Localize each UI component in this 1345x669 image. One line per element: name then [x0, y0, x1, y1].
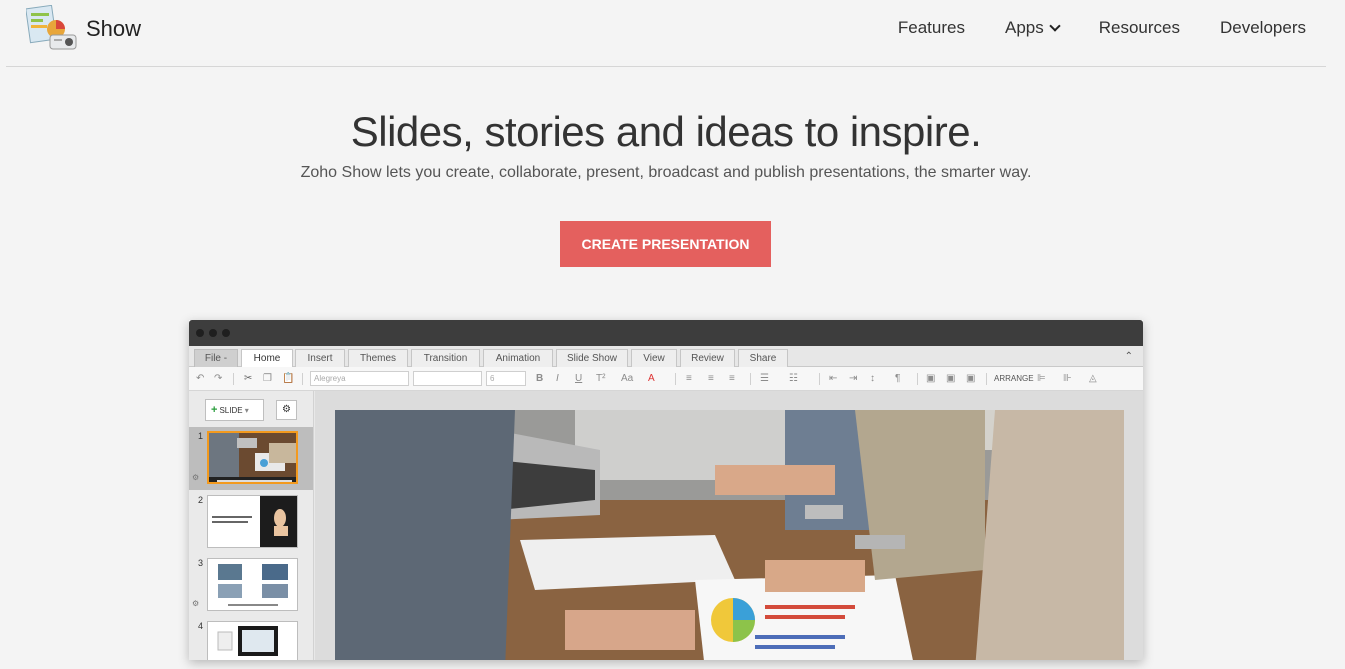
redo-icon[interactable]: ↷ [214, 371, 222, 387]
frame-icon[interactable]: ▣ [926, 371, 935, 387]
align-right-icon[interactable]: ≡ [729, 371, 735, 387]
slide-thumbnail[interactable]: 2 [189, 491, 313, 554]
formatting-toolbar: ↶ ↷ ✂ ❐ 📋 Alegreya 6 B I U T² Aa A ≡ ≡ ≡… [189, 367, 1143, 391]
menu-tabs: File - Home Insert Themes Transition Ani… [189, 346, 1143, 367]
frame-icon[interactable]: ▣ [966, 371, 975, 387]
slide-number: 3 [198, 558, 204, 568]
slide-number: 4 [198, 621, 204, 631]
site-header: Show Features Apps Resources Developers [6, 0, 1326, 67]
cut-icon[interactable]: ✂ [244, 371, 252, 387]
hero-title: Slides, stories and ideas to inspire. [350, 108, 982, 155]
tab-home[interactable]: Home [241, 349, 293, 367]
tab-file[interactable]: File - [194, 349, 238, 367]
slide-preview-image [207, 621, 298, 660]
align-objects-icon[interactable]: ⊫ [1037, 371, 1046, 387]
bold-icon[interactable]: B [536, 371, 543, 387]
slide-number: 2 [198, 495, 204, 505]
paste-icon[interactable]: 📋 [282, 371, 294, 387]
toolbar-divider [986, 373, 987, 385]
slide-notes-icon[interactable]: ⚙ [192, 473, 199, 482]
tab-share[interactable]: Share [738, 349, 788, 367]
toolbar-divider [917, 373, 918, 385]
undo-icon[interactable]: ↶ [196, 371, 204, 387]
slide-panel: + SLIDE ▾ ⚙ 1 ⚙ 2 3 ⚙ 4 [189, 391, 314, 660]
slide-number: 1 [198, 431, 204, 441]
bullet-list-icon[interactable]: ☰ [760, 371, 769, 387]
add-slide-label: SLIDE [219, 406, 243, 415]
toolbar-divider [675, 373, 676, 385]
nav-apps-label: Apps [1004, 18, 1044, 37]
slide-thumbnail[interactable]: 1 ⚙ [189, 427, 313, 490]
increase-indent-icon[interactable]: ⇥ [849, 371, 857, 387]
tab-slide-show[interactable]: Slide Show [556, 349, 628, 367]
font-family-select[interactable]: Alegreya [310, 371, 409, 386]
paragraph-icon[interactable]: ¶ [895, 371, 900, 387]
tab-animation[interactable]: Animation [483, 349, 553, 367]
nav-resources[interactable]: Resources [1099, 18, 1180, 38]
font-size-stepper[interactable]: 6 [486, 371, 526, 386]
underline-icon[interactable]: U [575, 371, 582, 387]
slide-preview-image [207, 495, 298, 548]
align-center-icon[interactable]: ≡ [708, 371, 714, 387]
slide-canvas-image[interactable] [335, 410, 1124, 660]
slide-settings-button[interactable]: ⚙ [276, 400, 297, 420]
top-nav: Features Apps Resources Developers [858, 18, 1306, 38]
toolbar-divider [819, 373, 820, 385]
tab-review[interactable]: Review [680, 349, 735, 367]
line-spacing-icon[interactable]: ↕ [870, 371, 875, 387]
nav-apps[interactable]: Apps [1004, 18, 1061, 38]
nav-developers[interactable]: Developers [1220, 18, 1306, 38]
frame-icon[interactable]: ▣ [946, 371, 955, 387]
create-presentation-button[interactable]: CREATE PRESENTATION [560, 221, 771, 267]
chevron-down-icon[interactable]: ▾ [245, 406, 249, 415]
show-logo-icon[interactable] [25, 4, 80, 55]
tab-view[interactable]: View [631, 349, 677, 367]
slide-notes-icon[interactable]: ⚙ [192, 599, 199, 608]
slide-stage [315, 391, 1143, 660]
toolbar-divider [233, 373, 234, 385]
arrange-button[interactable]: ARRANGE [994, 371, 1034, 387]
toolbar-divider [750, 373, 751, 385]
chevron-down-icon [1049, 20, 1061, 32]
hero-subtitle: Zoho Show lets you create, collaborate, … [300, 164, 1032, 181]
app-preview: File - Home Insert Themes Transition Ani… [189, 320, 1143, 660]
add-slide-button[interactable]: + SLIDE ▾ [205, 399, 264, 421]
distribute-icon[interactable]: ⊪ [1063, 371, 1072, 387]
superscript-icon[interactable]: T² [596, 371, 605, 387]
tab-insert[interactable]: Insert [295, 349, 345, 367]
editor-body: + SLIDE ▾ ⚙ 1 ⚙ 2 3 ⚙ 4 [189, 391, 1143, 660]
copy-icon[interactable]: ❐ [263, 371, 272, 387]
tab-transition[interactable]: Transition [411, 349, 480, 367]
plus-icon: + [211, 404, 218, 416]
tab-themes[interactable]: Themes [348, 349, 408, 367]
window-dot-icon [222, 329, 230, 337]
slide-thumbnail[interactable]: 4 [189, 617, 313, 660]
slide-thumbnail[interactable]: 3 ⚙ [189, 554, 313, 617]
slide-preview-image [207, 431, 298, 484]
font-color-icon[interactable]: A [648, 371, 655, 387]
collapse-ribbon-icon[interactable]: ⌃ [1125, 351, 1133, 362]
flip-icon[interactable]: ◬ [1089, 371, 1097, 387]
toolbar-divider [302, 373, 303, 385]
window-dot-icon [209, 329, 217, 337]
nav-features[interactable]: Features [898, 18, 965, 38]
align-left-icon[interactable]: ≡ [686, 371, 692, 387]
slide-preview-image [207, 558, 298, 611]
gear-icon: ⚙ [282, 404, 291, 415]
brand-name[interactable]: Show [86, 16, 141, 42]
window-titlebar [189, 320, 1143, 346]
numbered-list-icon[interactable]: ☷ [789, 371, 798, 387]
window-dot-icon [196, 329, 204, 337]
decrease-indent-icon[interactable]: ⇤ [829, 371, 837, 387]
italic-icon[interactable]: I [556, 371, 559, 387]
font-style-select[interactable] [413, 371, 482, 386]
change-case-icon[interactable]: Aa [621, 371, 633, 387]
